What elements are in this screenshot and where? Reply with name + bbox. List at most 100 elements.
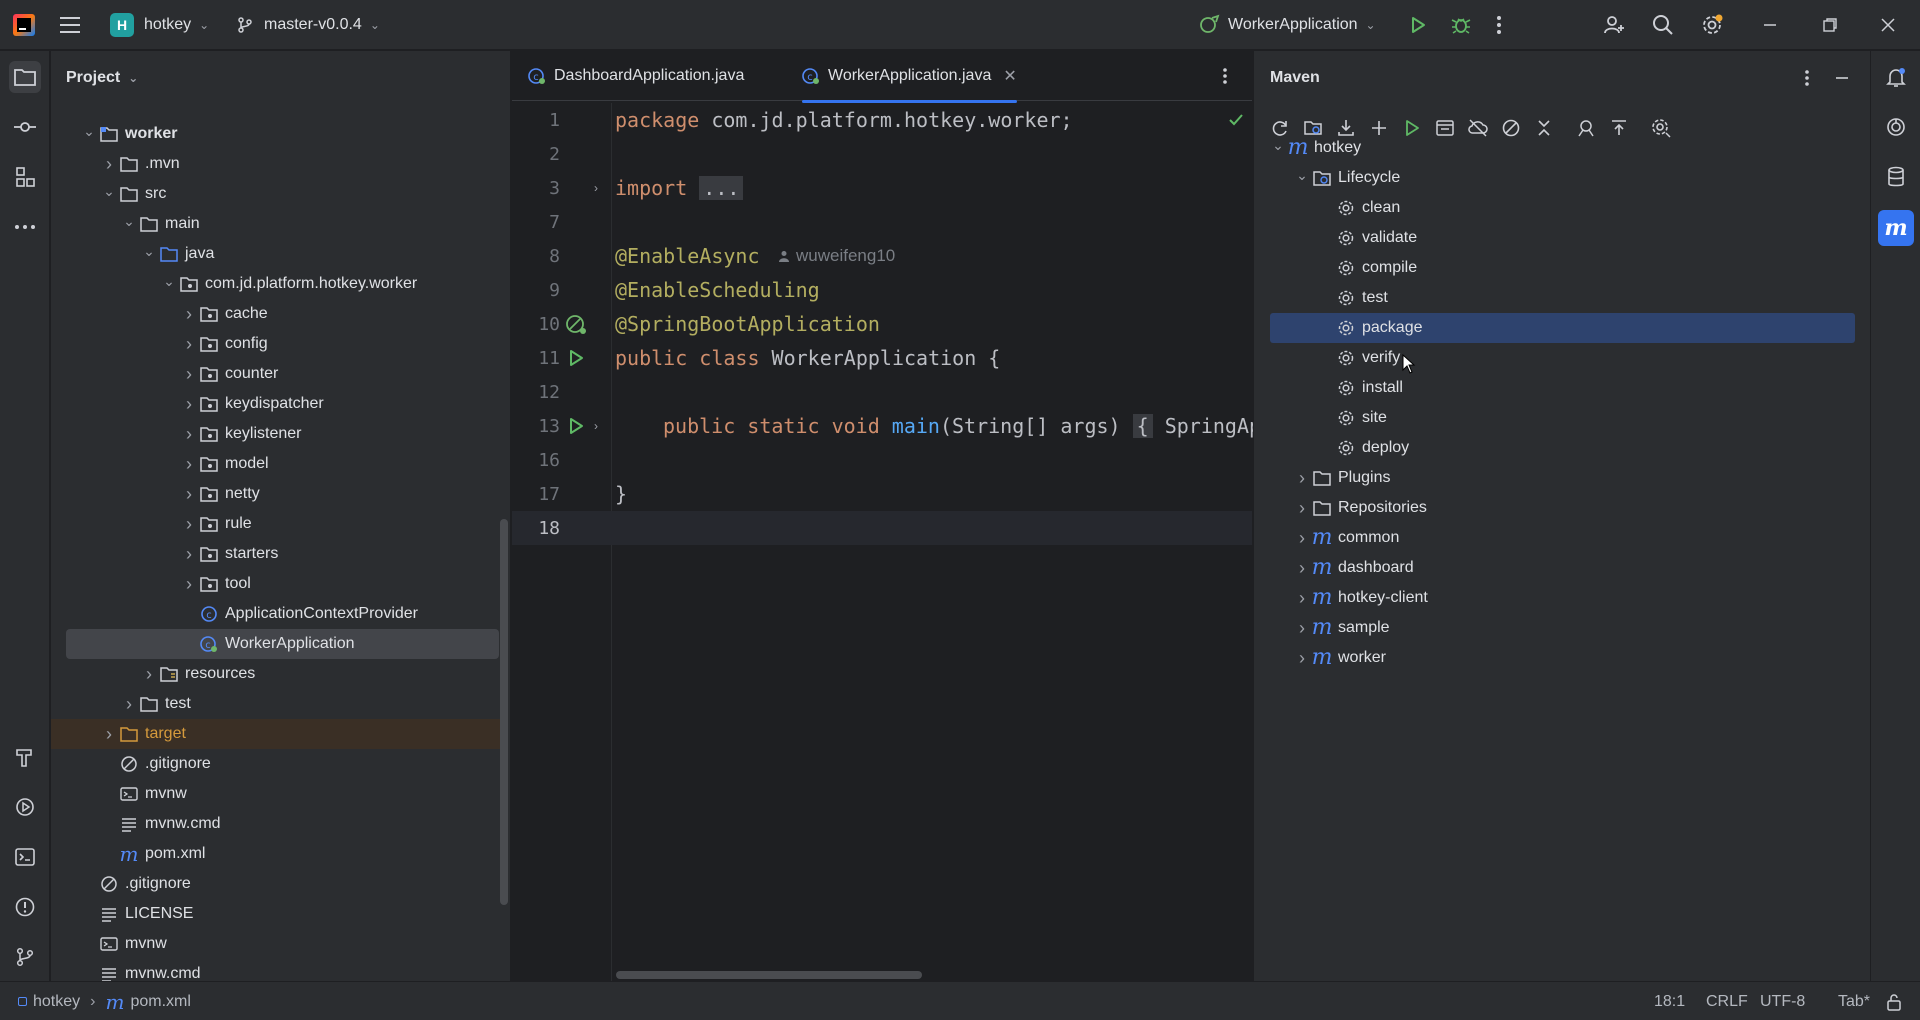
- chevron-right-icon[interactable]: ›: [119, 694, 139, 715]
- tab-options-more-icon[interactable]: [1222, 51, 1228, 101]
- more-actions-icon[interactable]: [1496, 0, 1502, 50]
- maven-goal-validate[interactable]: validate: [1316, 223, 1417, 253]
- maven-group-sample[interactable]: › m sample: [1292, 613, 1390, 643]
- add-icon[interactable]: [1366, 115, 1392, 141]
- run-button[interactable]: [1408, 0, 1428, 50]
- chevron-right-icon[interactable]: ›: [179, 484, 199, 505]
- fold-expand-icon[interactable]: ›: [594, 181, 598, 195]
- chevron-down-icon[interactable]: ⌄: [159, 273, 179, 290]
- chevron-down-icon[interactable]: ⌄: [1292, 167, 1312, 184]
- debug-button[interactable]: [1450, 0, 1472, 50]
- chevron-right-icon[interactable]: ›: [179, 514, 199, 535]
- no-problems-check-icon[interactable]: [1228, 113, 1244, 127]
- chevron-right-icon[interactable]: ›: [1292, 558, 1312, 579]
- chevron-down-icon[interactable]: ⌄: [99, 183, 119, 200]
- run-config-selector[interactable]: WorkerApplication ⌄: [1198, 0, 1376, 50]
- chevron-right-icon[interactable]: ›: [179, 334, 199, 355]
- tree-item[interactable]: .gitignore: [79, 869, 191, 899]
- chevron-right-icon[interactable]: ›: [179, 364, 199, 385]
- maven-goal-deploy[interactable]: deploy: [1316, 433, 1409, 463]
- tree-item[interactable]: ⌄ src: [99, 179, 166, 209]
- tree-item[interactable]: c ApplicationContextProvider: [179, 599, 418, 629]
- problems-icon[interactable]: [9, 891, 41, 923]
- chevron-right-icon[interactable]: ›: [1292, 648, 1312, 669]
- tree-item[interactable]: c WorkerApplication: [66, 629, 499, 659]
- skip-tests-icon[interactable]: [1498, 115, 1524, 141]
- author-hint[interactable]: wuweifeng10: [778, 246, 895, 266]
- chevron-right-icon[interactable]: ›: [139, 664, 159, 685]
- settings-gear-icon[interactable]: [1700, 0, 1724, 50]
- run-maven-build-icon[interactable]: [1399, 115, 1425, 141]
- collapse-all-icon[interactable]: [1531, 115, 1557, 141]
- database-icon[interactable]: [1880, 161, 1912, 193]
- project-tool-folder-icon[interactable]: [9, 61, 41, 93]
- search-icon[interactable]: [1652, 0, 1674, 50]
- maven-lifecycle[interactable]: ⌄ Lifecycle: [1292, 163, 1400, 193]
- run-gutter-icon[interactable]: [566, 348, 586, 368]
- tree-item[interactable]: › .mvn: [99, 149, 180, 179]
- tree-item[interactable]: m pom.xml: [99, 839, 206, 869]
- chevron-right-icon[interactable]: ›: [179, 574, 199, 595]
- tree-item[interactable]: ⌄ com.jd.platform.hotkey.worker: [159, 269, 417, 299]
- add-user-icon[interactable]: [1602, 0, 1626, 50]
- chevron-right-icon[interactable]: ›: [179, 304, 199, 325]
- tree-item[interactable]: › resources: [139, 659, 255, 689]
- tree-item[interactable]: ⌄ main: [119, 209, 200, 239]
- restore-icon[interactable]: [1822, 0, 1838, 50]
- maven-options-icon[interactable]: [1804, 69, 1810, 87]
- chevron-down-icon[interactable]: ⌄: [79, 123, 99, 140]
- maven-tool-icon[interactable]: m: [1878, 210, 1914, 246]
- tree-item[interactable]: mvnw.cmd: [79, 959, 201, 981]
- maven-goal-site[interactable]: site: [1316, 403, 1387, 433]
- maven-goal-verify[interactable]: verify: [1316, 343, 1400, 373]
- execute-goal-icon[interactable]: [1432, 115, 1458, 141]
- version-control-icon[interactable]: [9, 941, 41, 973]
- main-menu-icon[interactable]: [60, 0, 82, 50]
- maven-group-Plugins[interactable]: › Plugins: [1292, 463, 1390, 493]
- breadcrumb-file[interactable]: pom.xml: [130, 993, 190, 1011]
- run-gutter-icon[interactable]: [566, 416, 586, 436]
- maven-goal-test[interactable]: test: [1316, 283, 1388, 313]
- tree-item[interactable]: mvnw.cmd: [99, 809, 221, 839]
- chevron-right-icon[interactable]: ›: [1292, 498, 1312, 519]
- chevron-right-icon[interactable]: ›: [99, 154, 119, 175]
- tree-item[interactable]: › model: [179, 449, 269, 479]
- expand-all-icon[interactable]: [1606, 115, 1632, 141]
- maven-goal-install[interactable]: install: [1316, 373, 1403, 403]
- tree-item[interactable]: › tool: [179, 569, 251, 599]
- build-hammer-icon[interactable]: [9, 741, 41, 773]
- tab-dashboard-application[interactable]: c DashboardApplication.java: [528, 51, 744, 101]
- tree-item[interactable]: › starters: [179, 539, 278, 569]
- tree-item[interactable]: › rule: [179, 509, 252, 539]
- line-separator[interactable]: CRLF: [1706, 982, 1748, 1020]
- chevron-down-icon[interactable]: ⌄: [119, 213, 139, 230]
- maven-group-worker[interactable]: › m worker: [1292, 643, 1386, 673]
- chevron-right-icon[interactable]: ›: [1292, 588, 1312, 609]
- chevron-right-icon[interactable]: ›: [99, 724, 119, 745]
- chevron-down-icon[interactable]: ⌄: [139, 243, 159, 260]
- maven-settings-icon[interactable]: [1648, 115, 1674, 141]
- project-panel-header[interactable]: Project ⌄: [66, 51, 138, 105]
- close-window-icon[interactable]: [1880, 0, 1896, 50]
- maven-group-dashboard[interactable]: › m dashboard: [1292, 553, 1414, 583]
- tree-item[interactable]: › netty: [179, 479, 260, 509]
- commit-icon[interactable]: [9, 111, 41, 143]
- minimize-icon[interactable]: [1762, 0, 1778, 50]
- structure-icon[interactable]: [9, 161, 41, 193]
- tree-item[interactable]: › counter: [179, 359, 278, 389]
- chevron-right-icon[interactable]: ›: [179, 454, 199, 475]
- maven-group-hotkey-client[interactable]: › m hotkey-client: [1292, 583, 1428, 613]
- editor-horizontal-scrollbar[interactable]: [616, 971, 922, 979]
- tree-item[interactable]: › target: [51, 719, 500, 749]
- tab-worker-application[interactable]: c WorkerApplication.java ✕: [802, 51, 1017, 103]
- maven-goal-clean[interactable]: clean: [1316, 193, 1400, 223]
- tree-item[interactable]: mvnw: [79, 929, 167, 959]
- tree-item[interactable]: › keylistener: [179, 419, 301, 449]
- tree-item[interactable]: › keydispatcher: [179, 389, 324, 419]
- tree-item[interactable]: › config: [179, 329, 268, 359]
- maven-goal-compile[interactable]: compile: [1316, 253, 1417, 283]
- chevron-right-icon[interactable]: ›: [179, 424, 199, 445]
- tree-item[interactable]: mvnw: [99, 779, 187, 809]
- more-tools-icon[interactable]: [9, 211, 41, 243]
- chevron-right-icon[interactable]: ›: [1292, 468, 1312, 489]
